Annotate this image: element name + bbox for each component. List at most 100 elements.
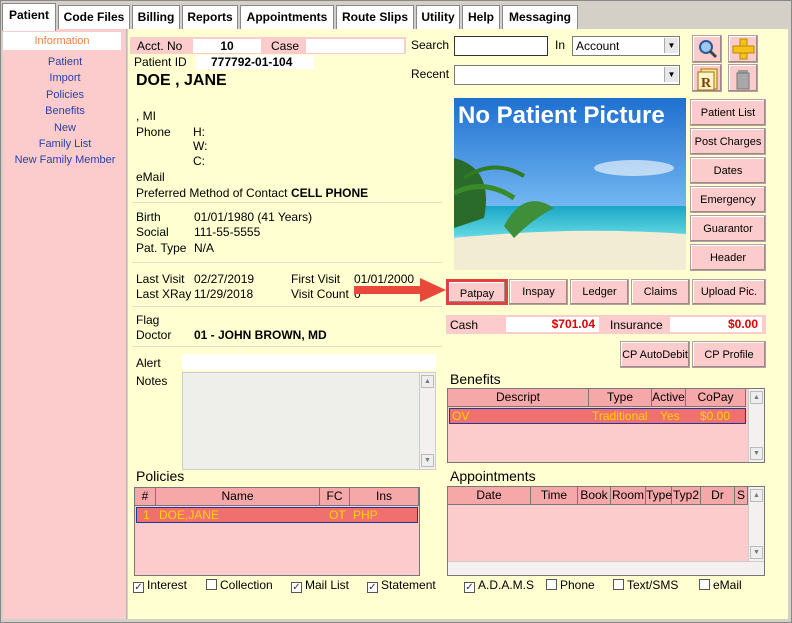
column-header[interactable]: Active bbox=[652, 389, 686, 407]
patient-picture[interactable]: No Patient Picture bbox=[454, 98, 686, 270]
search-button[interactable] bbox=[692, 35, 722, 63]
column-header[interactable]: Date bbox=[448, 487, 531, 505]
email-checkbox[interactable]: eMail bbox=[699, 578, 742, 592]
column-header[interactable]: Type bbox=[589, 389, 652, 407]
claims-button[interactable]: Claims bbox=[631, 279, 690, 305]
sidebar-item-new-family-member[interactable]: New Family Member bbox=[3, 154, 127, 166]
table-row[interactable]: 1 DOE,JANE OT PHP bbox=[136, 507, 418, 523]
mail-list-checkbox[interactable]: ✓ Mail List bbox=[291, 578, 349, 593]
sidebar-header[interactable]: Information bbox=[3, 32, 121, 50]
benefits-table[interactable]: Descript Type Active CoPay OV Traditiona… bbox=[447, 388, 765, 463]
column-header[interactable]: CoPay bbox=[686, 389, 746, 407]
benefits-scrollbar[interactable]: ▲ ▼ bbox=[748, 389, 764, 462]
column-header[interactable]: Book bbox=[578, 487, 611, 505]
column-header[interactable]: Time bbox=[531, 487, 578, 505]
search-in-select[interactable]: Account ▼ bbox=[572, 36, 680, 56]
scroll-up-icon[interactable]: ▲ bbox=[421, 375, 434, 388]
sidebar-item-benefits[interactable]: Benefits bbox=[3, 105, 127, 117]
last-visit-value: 02/27/2019 bbox=[194, 272, 255, 286]
patpay-button[interactable]: Patpay bbox=[446, 279, 508, 305]
patient-list-button[interactable]: Patient List bbox=[690, 99, 766, 126]
tab-billing[interactable]: Billing bbox=[132, 5, 180, 29]
tab-code-files[interactable]: Code Files bbox=[58, 5, 130, 29]
appointments-hscrollbar[interactable] bbox=[448, 561, 764, 575]
scroll-down-icon[interactable]: ▼ bbox=[750, 447, 763, 460]
social-value: 111-55-5555 bbox=[194, 225, 261, 239]
sidebar-item-new[interactable]: New bbox=[3, 122, 127, 134]
ledger-button[interactable]: Ledger bbox=[570, 279, 629, 305]
checkbox-label: Phone bbox=[560, 578, 595, 592]
delete-button[interactable] bbox=[728, 64, 758, 92]
alert-field[interactable] bbox=[182, 354, 436, 370]
column-header[interactable]: FC bbox=[320, 488, 350, 506]
tab-route-slips[interactable]: Route Slips bbox=[336, 5, 414, 29]
dates-button[interactable]: Dates bbox=[690, 157, 766, 184]
tab-messaging[interactable]: Messaging bbox=[502, 5, 578, 29]
recent-select[interactable]: ▼ bbox=[454, 65, 680, 85]
column-header[interactable]: Dr bbox=[701, 487, 735, 505]
tab-help[interactable]: Help bbox=[462, 5, 500, 29]
column-header[interactable]: Type bbox=[646, 487, 672, 505]
sidebar-item-patient[interactable]: Patient bbox=[3, 56, 127, 68]
column-header[interactable]: Ins bbox=[350, 488, 419, 506]
interest-checkbox[interactable]: ✓ Interest bbox=[133, 578, 187, 593]
adams-checkbox[interactable]: ✓ A.D.A.M.S bbox=[464, 578, 534, 593]
tab-appointments[interactable]: Appointments bbox=[240, 5, 334, 29]
emergency-button[interactable]: Emergency bbox=[690, 186, 766, 213]
checkbox-unchecked-icon bbox=[613, 579, 624, 590]
scroll-up-icon[interactable]: ▲ bbox=[750, 391, 763, 404]
appointments-table[interactable]: Date Time Book Room Type Typ2 Dr S ▲ ▼ bbox=[447, 486, 765, 576]
sidebar-item-policies[interactable]: Policies bbox=[3, 89, 127, 101]
arrow-icon bbox=[354, 278, 446, 302]
post-charges-button[interactable]: Post Charges bbox=[690, 128, 766, 155]
report-icon: R bbox=[697, 68, 718, 91]
benefits-title: Benefits bbox=[450, 371, 501, 387]
appointments-scrollbar[interactable]: ▲ ▼ bbox=[748, 487, 764, 561]
report-button[interactable]: R bbox=[692, 64, 722, 92]
column-header[interactable]: Name bbox=[156, 488, 320, 506]
scroll-down-icon[interactable]: ▼ bbox=[750, 546, 763, 559]
cp-profile-button[interactable]: CP Profile bbox=[692, 341, 766, 368]
sidebar-item-import[interactable]: Import bbox=[3, 72, 127, 84]
inspay-button[interactable]: Inspay bbox=[509, 279, 568, 305]
column-header[interactable]: Typ2 bbox=[672, 487, 701, 505]
cp-autodebit-button[interactable]: CP AutoDebit bbox=[620, 341, 690, 368]
column-header[interactable]: # bbox=[135, 488, 156, 506]
contact-method-label: Preferred Method of Contact bbox=[136, 186, 288, 200]
statement-checkbox[interactable]: ✓ Statement bbox=[367, 578, 436, 593]
column-header[interactable]: Room bbox=[611, 487, 646, 505]
guarantor-button[interactable]: Guarantor bbox=[690, 215, 766, 242]
table-row[interactable]: OV Traditional Yes $0.00 bbox=[449, 408, 746, 424]
phone-checkbox[interactable]: Phone bbox=[546, 578, 595, 592]
tab-patient[interactable]: Patient bbox=[2, 3, 56, 31]
divider bbox=[132, 202, 442, 203]
checkbox-label: Text/SMS bbox=[627, 578, 679, 592]
scroll-up-icon[interactable]: ▲ bbox=[750, 489, 763, 502]
checkbox-checked-icon: ✓ bbox=[464, 582, 475, 593]
notes-textarea[interactable]: ▲ ▼ bbox=[182, 372, 436, 470]
notes-scrollbar[interactable]: ▲ ▼ bbox=[419, 373, 435, 469]
column-header[interactable]: S bbox=[735, 487, 748, 505]
birth-label: Birth bbox=[136, 210, 161, 224]
tab-reports[interactable]: Reports bbox=[182, 5, 238, 29]
tab-utility[interactable]: Utility bbox=[416, 5, 460, 29]
upload-pic-button[interactable]: Upload Pic. bbox=[692, 279, 766, 305]
header-button[interactable]: Header bbox=[690, 244, 766, 271]
policies-table[interactable]: # Name FC Ins 1 DOE,JANE OT PHP bbox=[134, 487, 420, 576]
pat-type-label: Pat. Type bbox=[136, 241, 187, 255]
text-sms-checkbox[interactable]: Text/SMS bbox=[613, 578, 678, 592]
chevron-down-icon[interactable]: ▼ bbox=[664, 67, 678, 82]
notes-label: Notes bbox=[136, 374, 168, 388]
scroll-down-icon[interactable]: ▼ bbox=[421, 454, 434, 467]
search-input[interactable] bbox=[454, 36, 548, 56]
column-header[interactable]: Descript bbox=[448, 389, 589, 407]
acct-number-field[interactable]: 10 bbox=[193, 39, 261, 53]
no-picture-text: No Patient Picture bbox=[458, 102, 665, 129]
collection-checkbox[interactable]: Collection bbox=[206, 578, 273, 592]
chevron-down-icon[interactable]: ▼ bbox=[664, 38, 678, 53]
policies-title: Policies bbox=[136, 468, 185, 484]
checkbox-label: Collection bbox=[220, 578, 273, 592]
sidebar-item-family-list[interactable]: Family List bbox=[3, 138, 127, 150]
add-patient-button[interactable] bbox=[728, 35, 758, 63]
case-field[interactable] bbox=[306, 39, 404, 53]
